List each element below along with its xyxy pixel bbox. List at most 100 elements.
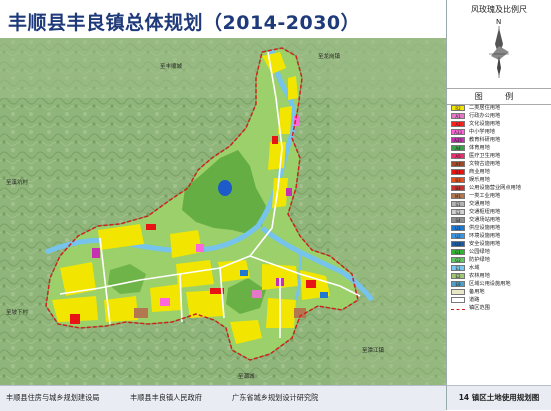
- legend-label: 商业用地: [469, 169, 490, 176]
- map-svg: 至丰顺城 至龙岗镇 至溪坑村 至坡下村 至潭江镇 至潮城: [0, 38, 446, 385]
- legend-swatch: A1: [451, 112, 465, 119]
- footer-org1: 丰顺县住房与城乡规划建设局: [6, 393, 100, 402]
- compass-title: 风玫瑰及比例尺: [471, 5, 527, 14]
- legend-swatch: E2: [451, 272, 465, 279]
- legend-swatch: A33: [451, 128, 465, 135]
- legend-label: 道路: [469, 297, 480, 304]
- legend-swatch: S1: [451, 200, 465, 207]
- label-south2: 至潮城: [238, 372, 255, 380]
- legend-label: 备用地: [469, 289, 485, 296]
- legend-item: A2 文化设施用地: [451, 120, 549, 128]
- legend-label: 交通场站用地: [469, 217, 501, 224]
- legend-swatch: A2: [451, 120, 465, 127]
- legend-label: 娱乐用地: [469, 177, 490, 184]
- footer-bar: 丰顺县住房与城乡规划建设局 丰顺县丰良镇人民政府 广东省城乡规划设计研究院: [0, 385, 446, 411]
- label-north1: 至丰顺城: [160, 62, 183, 70]
- reservoir: [218, 180, 232, 196]
- compass-north-label: N: [496, 18, 501, 26]
- legend-swatch: [451, 308, 465, 310]
- legend-swatch: E1: [451, 264, 465, 271]
- label-west1: 至溪坑村: [6, 178, 29, 186]
- legend-swatch: U3: [451, 240, 465, 247]
- legend-label: 一类工业用地: [469, 193, 501, 200]
- label-west2: 至坡下村: [6, 308, 29, 316]
- legend-label: 安全设施用地: [469, 241, 501, 248]
- legend-swatch: A35: [451, 136, 465, 143]
- legend-label: 文化设施用地: [469, 121, 501, 128]
- map-canvas[interactable]: 至丰顺城 至龙岗镇 至溪坑村 至坡下村 至潭江镇 至潮城: [0, 38, 446, 385]
- legend-swatch: B3: [451, 176, 465, 183]
- legend-swatch: U2: [451, 232, 465, 239]
- legend-swatch: [451, 296, 465, 303]
- legend-item: E1 水域: [451, 264, 549, 272]
- legend-item: A5 医疗卫生用地: [451, 152, 549, 160]
- legend-item: S4 交通场站用地: [451, 216, 549, 224]
- legend-label: 防护绿地: [469, 257, 490, 264]
- legend-item: 镇区范围: [451, 304, 549, 312]
- legend-label: 文物古迹用地: [469, 161, 501, 168]
- legend-item: 道路: [451, 296, 549, 304]
- legend-item: M1 一类工业用地: [451, 192, 549, 200]
- legend-item: U2 环境设施用地: [451, 232, 549, 240]
- legend-item: A4 体育用地: [451, 144, 549, 152]
- legend-label: 区域公用设施用地: [469, 281, 511, 288]
- label-north2: 至龙岗镇: [318, 52, 341, 60]
- legend-label: 交通枢纽用地: [469, 209, 501, 216]
- legend-item: B1 商业用地: [451, 168, 549, 176]
- legend-swatch: E9: [451, 280, 465, 287]
- legend-item: E2 农林用地: [451, 272, 549, 280]
- map-title: 丰顺县丰良镇总体规划（2014-2030）: [8, 12, 361, 34]
- legend-label: 医疗卫生用地: [469, 153, 501, 160]
- legend-list: R2 二类居住用地 A1 行政办公用地 A2 文化设施用地 A33 中小学用地 A35 教育科研用…: [451, 104, 549, 312]
- legend-swatch: A4: [451, 144, 465, 151]
- legend-swatch: [451, 288, 465, 295]
- legend-item: 备用地: [451, 288, 549, 296]
- legend-item: E9 区域公用设施用地: [451, 280, 549, 288]
- legend-swatch: G2: [451, 256, 465, 263]
- legend-label: 中小学用地: [469, 129, 495, 136]
- legend-label: 水域: [469, 265, 480, 272]
- legend-label: 体育用地: [469, 145, 490, 152]
- legend-swatch: B1: [451, 168, 465, 175]
- legend-label: 二类居住用地: [469, 105, 501, 112]
- legend-swatch: U1: [451, 224, 465, 231]
- legend-swatch: S4: [451, 216, 465, 223]
- legend-label: 环境设施用地: [469, 233, 501, 240]
- legend-swatch: B4: [451, 184, 465, 191]
- footer-org2: 丰顺县丰良镇人民政府: [130, 393, 202, 402]
- legend-item: G1 公园绿地: [451, 248, 549, 256]
- legend-swatch: G1: [451, 248, 465, 255]
- legend-label: 教育科研用地: [469, 137, 501, 144]
- footer-org3: 广东省城乡规划设计研究院: [232, 393, 319, 402]
- legend-label: 供应设施用地: [469, 225, 501, 232]
- legend-label: 公用设施营业网点用地: [469, 185, 521, 192]
- legend-item: R2 二类居住用地: [451, 104, 549, 112]
- legend-item: S1 交通用地: [451, 200, 549, 208]
- label-south1: 至潭江镇: [362, 346, 385, 354]
- legend-item: S3 交通枢纽用地: [451, 208, 549, 216]
- legend-item: A1 行政办公用地: [451, 112, 549, 120]
- sheet-label: 14 镇区土地使用规划图: [446, 385, 551, 410]
- legend-label: 交通用地: [469, 201, 490, 208]
- legend-item: B3 娱乐用地: [451, 176, 549, 184]
- legend-label: 镇区范围: [469, 305, 490, 312]
- legend-item: A7 文物古迹用地: [451, 160, 549, 168]
- legend-swatch: A7: [451, 160, 465, 167]
- legend-swatch: M1: [451, 192, 465, 199]
- legend-item: G2 防护绿地: [451, 256, 549, 264]
- legend-item: A35 教育科研用地: [451, 136, 549, 144]
- legend-item: B4 公用设施营业网点用地: [451, 184, 549, 192]
- legend-swatch: R2: [451, 104, 465, 111]
- legend-item: U3 安全设施用地: [451, 240, 549, 248]
- legend-label: 公园绿地: [469, 249, 490, 256]
- legend-swatch: A5: [451, 152, 465, 159]
- legend-swatch: S3: [451, 208, 465, 215]
- legend-panel: 风玫瑰及比例尺 N 图 例 R2 二类居住用地 A1 行政办公用地 A2 文化设施用地 A3…: [446, 0, 551, 410]
- legend-item: A33 中小学用地: [451, 128, 549, 136]
- legend-title: 图 例: [447, 88, 551, 105]
- legend-item: U1 供应设施用地: [451, 224, 549, 232]
- wind-rose-icon: N: [489, 18, 509, 78]
- legend-label: 农林用地: [469, 273, 490, 280]
- title-bar: 丰顺县丰良镇总体规划（2014-2030）: [0, 0, 446, 38]
- legend-label: 行政办公用地: [469, 113, 501, 120]
